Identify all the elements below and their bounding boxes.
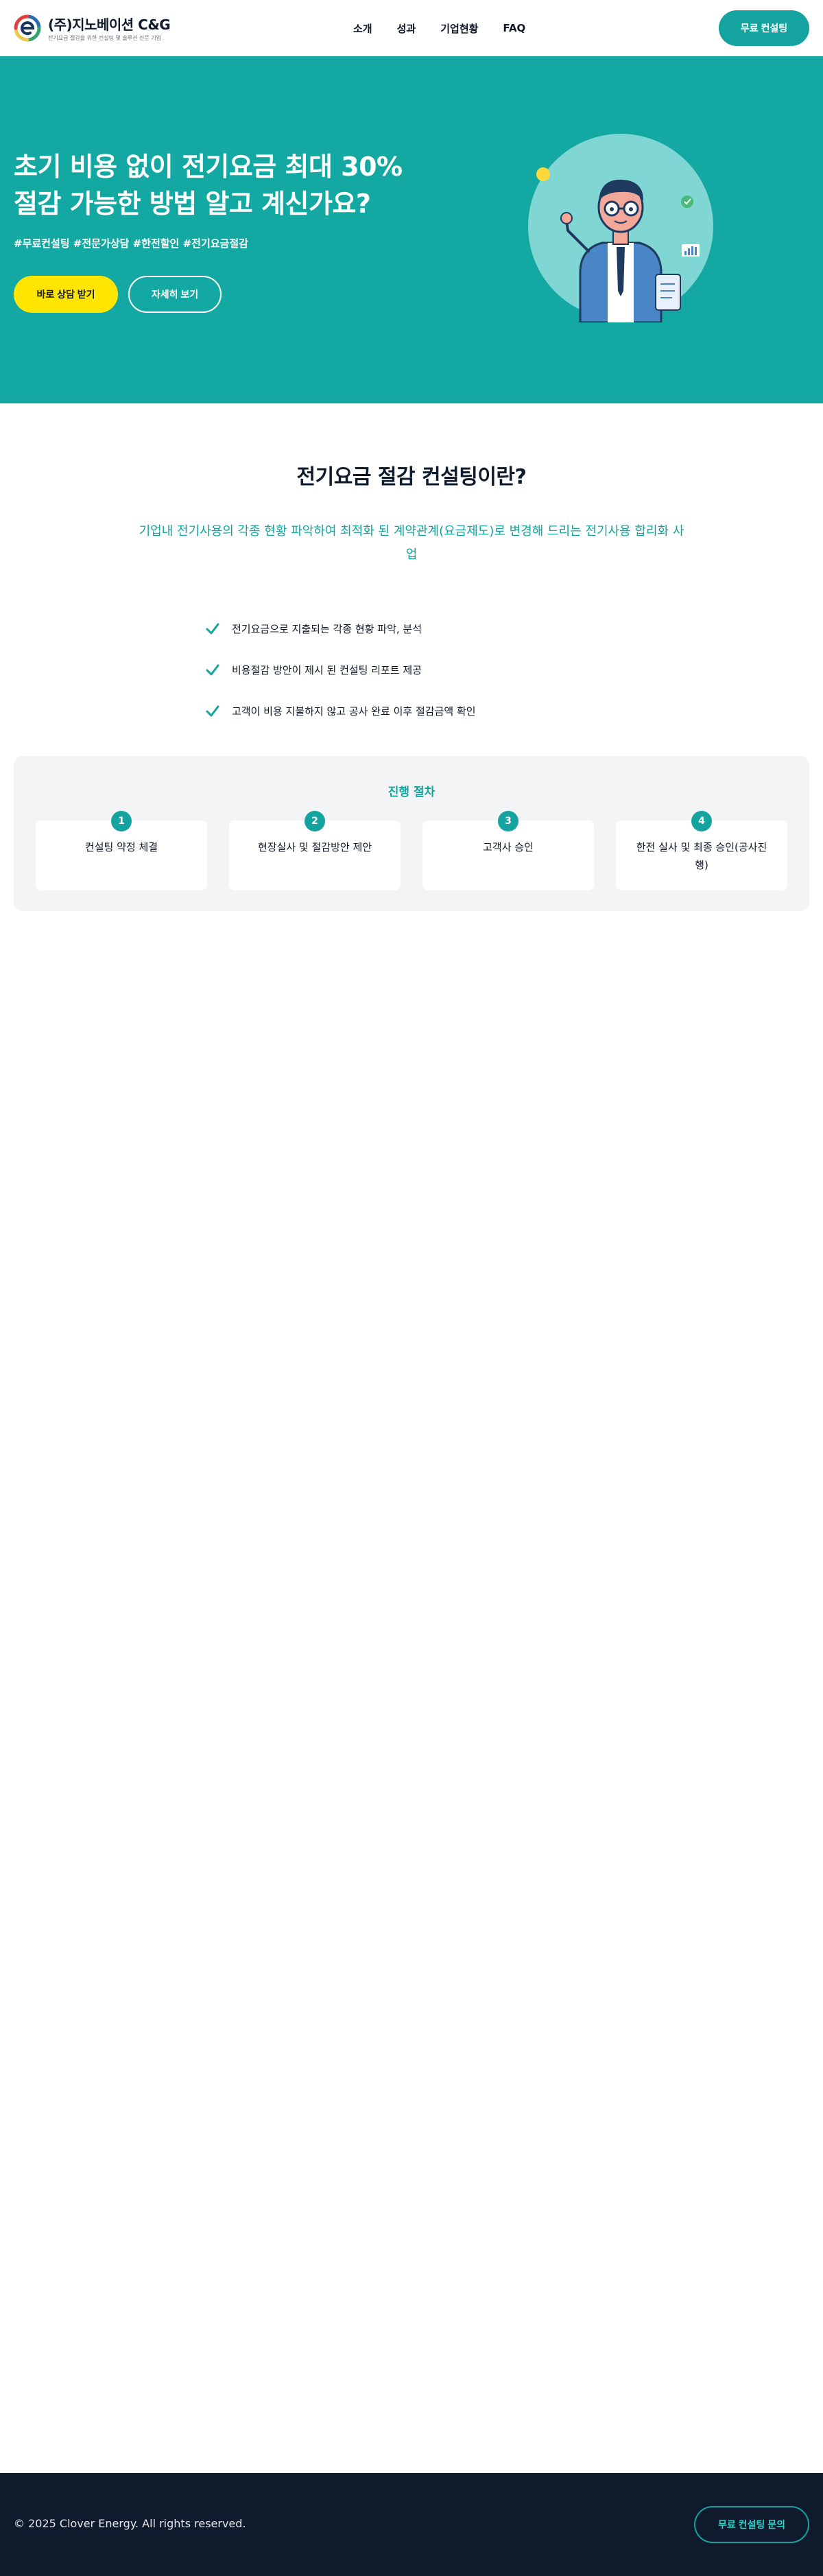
logo-title: (주)지노베이션 C&G [48,16,171,33]
nav-item-company[interactable]: 기업현황 [440,21,478,36]
process-title: 진행 절차 [387,785,436,799]
logo[interactable]: (주)지노베이션 C&G 전기요금 절감을 위한 컨설팅 및 솔루션 전문 기업 [14,14,171,42]
hero-section: 초기 비용 없이 전기요금 최대 30% 절감 가능한 방법 알고 계신가요? … [0,56,823,403]
step-label: 한전 실사 및 최종 승인(공사진행) [636,841,767,871]
consultant-illustration [528,134,713,322]
process-section: 진행 절차 1 컨설팅 약정 체결 2 현장실사 및 절감방안 제안 3 고객사… [14,756,809,911]
process-step: 3 고객사 승인 [422,811,594,890]
process-steps: 1 컨설팅 약정 체결 2 현장실사 및 절감방안 제안 3 고객사 승인 4 … [36,811,787,890]
hero-title: 초기 비용 없이 전기요금 최대 30% 절감 가능한 방법 알고 계신가요? [14,148,425,222]
logo-icon [14,14,41,41]
section-title: 전기요금 절감 컨설팅이란? [296,465,527,489]
list-item: 비용절감 방안이 제시 된 컨설팅 리포트 제공 [204,649,630,690]
consult-now-button[interactable]: 바로 상담 받기 [14,276,118,313]
copyright-text: © 2025 Clover Energy. All rights reserve… [14,2517,246,2530]
process-step: 4 한전 실사 및 최종 승인(공사진행) [616,811,787,890]
step-number: 1 [111,811,132,831]
learn-more-button[interactable]: 자세히 보기 [128,276,222,313]
step-number: 2 [305,811,325,831]
step-number: 3 [498,811,518,831]
nav-item-results[interactable]: 성과 [397,21,416,36]
list-item-text: 비용절감 방안이 제시 된 컨설팅 리포트 제공 [232,663,422,676]
footer-consulting-button[interactable]: 무료 컨설팅 문의 [694,2506,809,2543]
section-description: 기업내 전기사용의 각종 현황 파악하여 최적화 된 계약관계(요금제도)로 변… [139,524,684,562]
step-label: 컨설팅 약정 체결 [84,841,158,853]
step-label: 현장실사 및 절감방안 제안 [257,841,372,853]
nav-item-faq[interactable]: FAQ [503,22,525,34]
check-icon [206,623,219,635]
hero-tags: #무료컨설팅 #전문가상담 #한전할인 #전기요금절감 [14,237,248,250]
check-icon [206,664,219,676]
list-item: 고객이 비용 지불하지 않고 공사 완료 이후 절감금액 확인 [204,690,630,731]
step-label: 고객사 승인 [483,841,534,853]
logo-subtitle: 전기요금 절감을 위한 컨설팅 및 솔루션 전문 기업 [48,35,161,41]
process-step: 1 컨설팅 약정 체결 [36,811,207,890]
main-nav: 소개 성과 기업현황 FAQ [353,0,525,56]
process-step: 2 현장실사 및 절감방안 제안 [229,811,401,890]
nav-item-about[interactable]: 소개 [353,21,372,36]
free-consulting-button[interactable]: 무료 컨설팅 [719,10,809,46]
hero-title-line2: 절감 가능한 방법 알고 계신가요? [14,189,371,219]
check-icon [206,705,219,717]
hero-title-line1: 초기 비용 없이 전기요금 최대 30% [14,152,403,182]
site-footer: © 2025 Clover Energy. All rights reserve… [0,2473,823,2576]
list-item: 전기요금으로 지출되는 각종 현황 파악, 분석 [204,608,630,649]
step-number: 4 [691,811,712,831]
site-header: (주)지노베이션 C&G 전기요금 절감을 위한 컨설팅 및 솔루션 전문 기업… [0,0,823,56]
list-item-text: 고객이 비용 지불하지 않고 공사 완료 이후 절감금액 확인 [232,705,476,718]
benefit-list: 전기요금으로 지출되는 각종 현황 파악, 분석 비용절감 방안이 제시 된 컨… [204,608,630,731]
list-item-text: 전기요금으로 지출되는 각종 현황 파악, 분석 [232,622,422,635]
